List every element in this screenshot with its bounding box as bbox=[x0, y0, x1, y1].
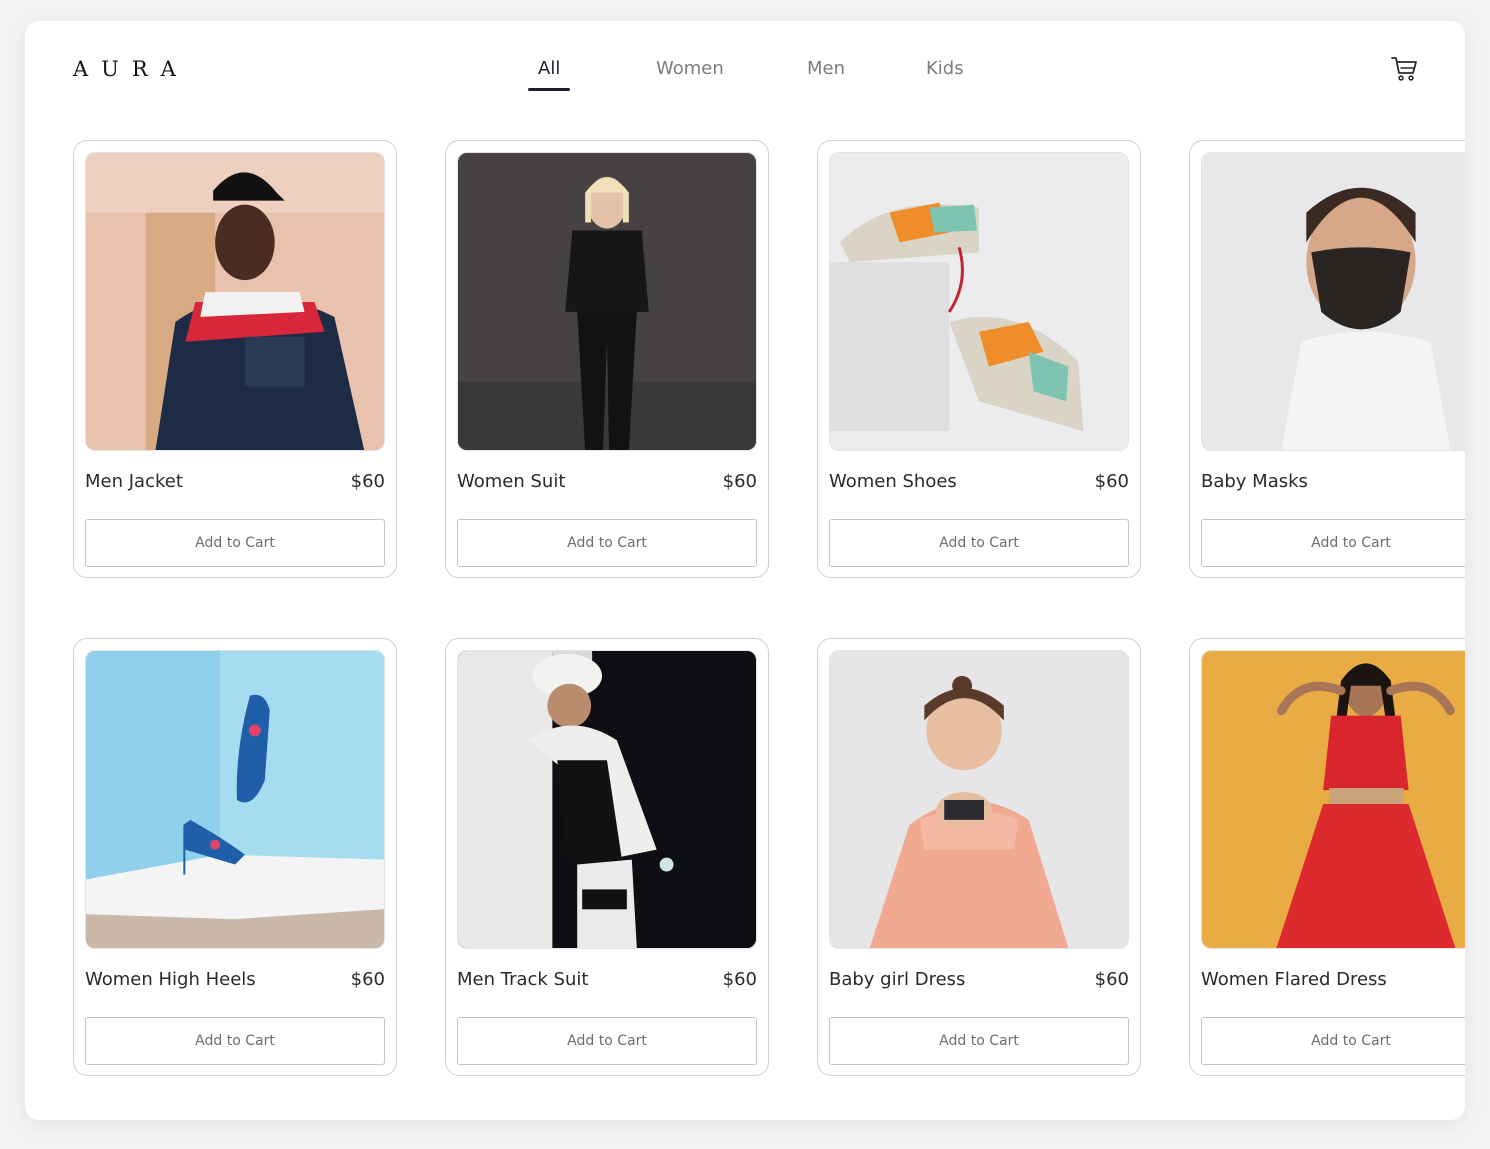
product-name[interactable]: Baby girl Dress bbox=[829, 969, 965, 990]
add-to-cart-button[interactable]: Add to Cart bbox=[1201, 1017, 1465, 1065]
category-tabs: All Women Men Kids bbox=[25, 58, 1465, 98]
product-image[interactable] bbox=[1201, 152, 1465, 451]
product-image[interactable] bbox=[85, 650, 385, 949]
product-price: $60 bbox=[350, 471, 385, 492]
tab-women[interactable]: Women bbox=[656, 58, 724, 79]
product-card[interactable]: Women Suit $60 Add to Cart bbox=[445, 140, 769, 578]
product-card[interactable]: Women Shoes $60 Add to Cart bbox=[817, 140, 1141, 578]
add-to-cart-button[interactable]: Add to Cart bbox=[85, 1017, 385, 1065]
tab-all[interactable]: All bbox=[528, 58, 571, 91]
product-card[interactable]: Men Jacket $60 Add to Cart bbox=[73, 140, 397, 578]
product-price: $60 bbox=[350, 969, 385, 990]
product-image[interactable] bbox=[457, 650, 757, 949]
product-name[interactable]: Women Flared Dress bbox=[1201, 969, 1387, 990]
product-price: $60 bbox=[722, 969, 757, 990]
product-name[interactable]: Baby Masks bbox=[1201, 471, 1308, 492]
product-card[interactable]: Women Flared Dress Add to Cart bbox=[1189, 638, 1465, 1076]
product-price: $60 bbox=[1094, 969, 1129, 990]
tab-men[interactable]: Men bbox=[807, 58, 845, 79]
product-image[interactable] bbox=[85, 152, 385, 451]
product-image[interactable] bbox=[1201, 650, 1465, 949]
tab-kids[interactable]: Kids bbox=[926, 58, 964, 79]
add-to-cart-button[interactable]: Add to Cart bbox=[1201, 519, 1465, 567]
add-to-cart-button[interactable]: Add to Cart bbox=[457, 519, 757, 567]
tab-men-label: Men bbox=[807, 58, 846, 79]
add-to-cart-button[interactable]: Add to Cart bbox=[85, 519, 385, 567]
product-card[interactable]: Men Track Suit $60 Add to Cart bbox=[445, 638, 769, 1076]
add-to-cart-button[interactable]: Add to Cart bbox=[829, 519, 1129, 567]
product-image[interactable] bbox=[829, 650, 1129, 949]
product-card[interactable]: Baby Masks Add to Cart bbox=[1189, 140, 1465, 578]
tab-kids-label: Kids bbox=[926, 58, 964, 79]
product-image[interactable] bbox=[829, 152, 1129, 451]
shop-window: AURA All Women Men Kids Men Jacket $60 A… bbox=[25, 21, 1465, 1120]
product-name[interactable]: Women Shoes bbox=[829, 471, 957, 492]
product-name[interactable]: Women Suit bbox=[457, 471, 565, 492]
product-name[interactable]: Men Jacket bbox=[85, 471, 183, 492]
product-price: $60 bbox=[1094, 471, 1129, 492]
cart-icon[interactable] bbox=[1391, 56, 1418, 82]
product-card[interactable]: Baby girl Dress $60 Add to Cart bbox=[817, 638, 1141, 1076]
tab-all-label: All bbox=[538, 58, 561, 79]
product-image[interactable] bbox=[457, 152, 757, 451]
product-card[interactable]: Women High Heels $60 Add to Cart bbox=[73, 638, 397, 1076]
product-name[interactable]: Women High Heels bbox=[85, 969, 256, 990]
add-to-cart-button[interactable]: Add to Cart bbox=[457, 1017, 757, 1065]
product-price: $60 bbox=[722, 471, 757, 492]
product-name[interactable]: Men Track Suit bbox=[457, 969, 588, 990]
active-tab-indicator bbox=[528, 88, 571, 91]
tab-women-label: Women bbox=[656, 58, 724, 79]
add-to-cart-button[interactable]: Add to Cart bbox=[829, 1017, 1129, 1065]
